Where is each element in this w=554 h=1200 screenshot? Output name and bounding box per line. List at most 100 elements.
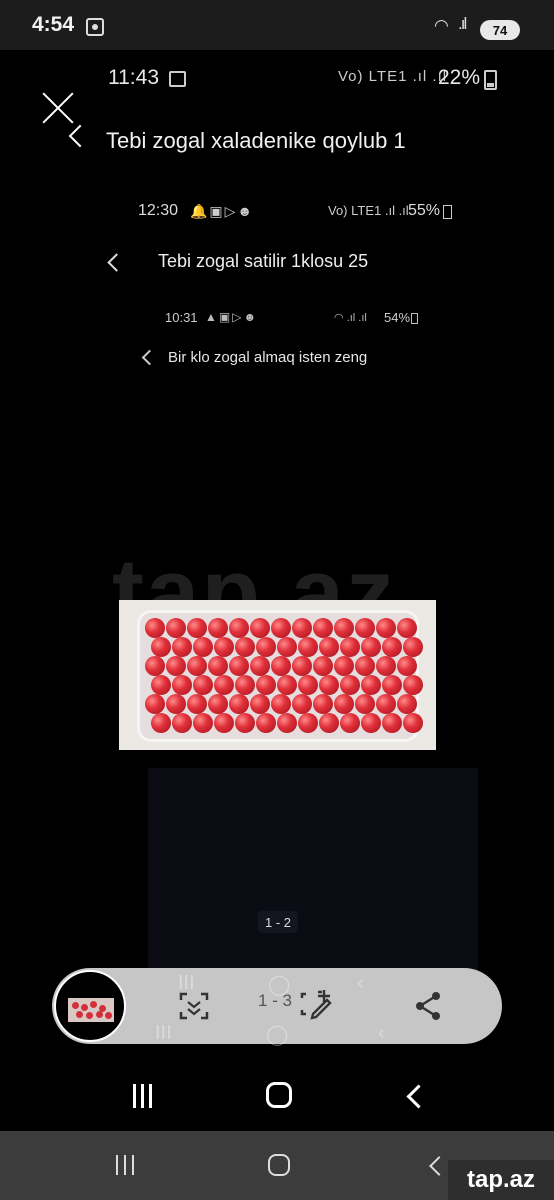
l2-time: 12:30 bbox=[138, 202, 179, 219]
recent-apps-icon[interactable] bbox=[114, 1155, 136, 1175]
berry bbox=[403, 713, 423, 733]
berries-photo bbox=[119, 600, 436, 750]
berry bbox=[187, 694, 207, 714]
berry bbox=[250, 694, 270, 714]
l3-notification-icons: ▲▣▷☻ bbox=[205, 310, 259, 324]
berry bbox=[355, 694, 375, 714]
berry bbox=[214, 713, 234, 733]
ghost-home-icon: ◯ bbox=[266, 1024, 289, 1046]
back-icon bbox=[107, 253, 126, 272]
berry bbox=[145, 656, 165, 676]
berry bbox=[145, 618, 165, 638]
close-icon[interactable] bbox=[40, 90, 76, 126]
berry bbox=[319, 637, 339, 657]
berry bbox=[298, 675, 318, 695]
ghost-home-icon: ◯ bbox=[268, 974, 291, 996]
berry bbox=[361, 675, 381, 695]
berry-tray bbox=[137, 610, 423, 742]
screenshot-icon bbox=[86, 18, 104, 36]
berry bbox=[376, 618, 396, 638]
home-icon[interactable] bbox=[268, 1154, 290, 1176]
berry bbox=[361, 713, 381, 733]
berry bbox=[145, 694, 165, 714]
berry bbox=[166, 656, 186, 676]
thumbnail-image bbox=[68, 998, 114, 1022]
back-icon[interactable] bbox=[68, 124, 92, 148]
battery-icon bbox=[443, 205, 452, 219]
berry bbox=[208, 656, 228, 676]
berry bbox=[172, 675, 192, 695]
berry bbox=[208, 618, 228, 638]
berry bbox=[334, 694, 354, 714]
ghost-recent-icon: III bbox=[178, 972, 195, 994]
l1-battery: 22% bbox=[438, 66, 481, 89]
edit-icon[interactable] bbox=[298, 988, 334, 1024]
ghost-back-icon: ‹ bbox=[357, 972, 364, 994]
berry bbox=[277, 637, 297, 657]
berry bbox=[214, 675, 234, 695]
l2-signal: Vo) LTE1 .ıl .ıl bbox=[328, 203, 409, 218]
berry bbox=[208, 694, 228, 714]
battery-badge: 74 bbox=[480, 20, 520, 40]
berry bbox=[256, 675, 276, 695]
page-indicator-inner: 1 - 2 bbox=[258, 911, 298, 933]
berry bbox=[151, 637, 171, 657]
berry bbox=[403, 675, 423, 695]
berry bbox=[382, 637, 402, 657]
berry bbox=[229, 694, 249, 714]
berry bbox=[277, 675, 297, 695]
status-time: 4:54 bbox=[32, 13, 75, 36]
berry bbox=[193, 675, 213, 695]
berry bbox=[172, 713, 192, 733]
berry bbox=[313, 656, 333, 676]
brand-logo: tap.az bbox=[448, 1160, 554, 1200]
berry bbox=[340, 637, 360, 657]
berry bbox=[271, 656, 291, 676]
battery-icon bbox=[484, 70, 497, 90]
berry bbox=[397, 618, 417, 638]
berry bbox=[235, 637, 255, 657]
wifi-icon: ◠ bbox=[434, 16, 449, 35]
berry bbox=[313, 618, 333, 638]
berry bbox=[319, 675, 339, 695]
thumbnail[interactable] bbox=[54, 970, 126, 1042]
berry bbox=[292, 618, 312, 638]
recent-apps-icon[interactable] bbox=[131, 1084, 155, 1108]
berry bbox=[382, 713, 402, 733]
berry bbox=[229, 656, 249, 676]
berry bbox=[235, 675, 255, 695]
berry bbox=[382, 675, 402, 695]
l3-time: 10:31 bbox=[165, 310, 198, 325]
berry bbox=[166, 618, 186, 638]
outer-status-bar: 4:54 ◠ .ıl 74 bbox=[0, 0, 554, 50]
berry bbox=[298, 713, 318, 733]
gallery-icon bbox=[169, 71, 186, 87]
berry bbox=[313, 694, 333, 714]
berry bbox=[334, 618, 354, 638]
berry bbox=[334, 656, 354, 676]
berry bbox=[256, 637, 276, 657]
berry bbox=[319, 713, 339, 733]
back-icon bbox=[141, 349, 158, 366]
share-icon[interactable] bbox=[412, 990, 444, 1022]
berry bbox=[151, 675, 171, 695]
berry bbox=[355, 618, 375, 638]
nav-back-icon[interactable] bbox=[406, 1084, 431, 1109]
berry bbox=[214, 637, 234, 657]
berry bbox=[250, 618, 270, 638]
berry bbox=[151, 713, 171, 733]
l1-time: 11:43 bbox=[108, 66, 159, 89]
berry bbox=[256, 713, 276, 733]
dark-area bbox=[148, 768, 478, 982]
berry bbox=[403, 637, 423, 657]
berry bbox=[235, 713, 255, 733]
home-icon[interactable] bbox=[266, 1082, 292, 1108]
berry bbox=[166, 694, 186, 714]
berry bbox=[250, 656, 270, 676]
berry bbox=[187, 618, 207, 638]
berry bbox=[271, 618, 291, 638]
berry bbox=[397, 694, 417, 714]
page-title: Tebi zogal xaladenike qoylub 1 bbox=[106, 128, 406, 153]
berry bbox=[361, 637, 381, 657]
l1-signal: Vo) LTE1 .ıl .ıl bbox=[338, 68, 448, 85]
